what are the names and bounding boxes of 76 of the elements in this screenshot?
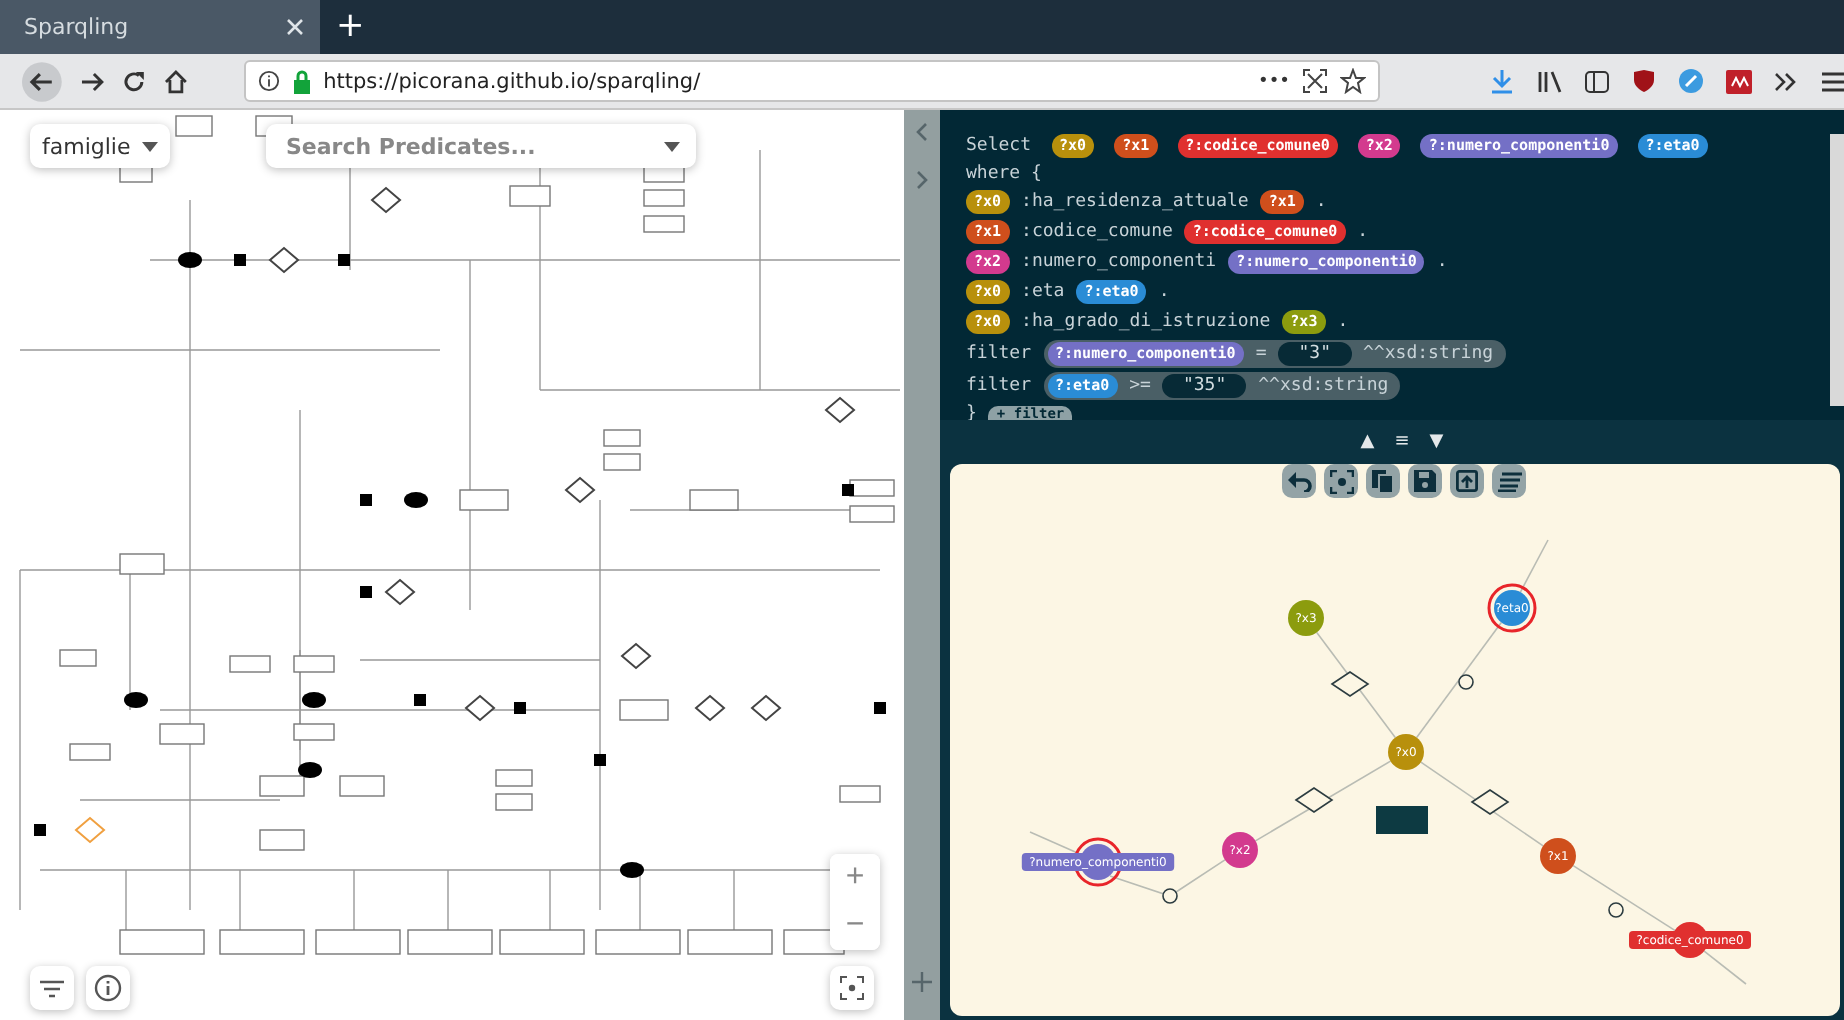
- copy-button[interactable]: [1366, 464, 1400, 498]
- upload-icon: [1456, 470, 1478, 492]
- predicate-text: :codice_comune: [1021, 222, 1173, 242]
- info-icon: [94, 974, 122, 1002]
- graph-edge: [1703, 950, 1747, 985]
- zoom-out-button[interactable]: −: [830, 902, 880, 950]
- predicate-text: :ha_grado_di_istruzione: [1021, 312, 1271, 332]
- search-predicates-field[interactable]: Search Predicates...: [282, 124, 664, 168]
- panel-toggle-button[interactable]: ≡: [1394, 432, 1410, 452]
- back-icon[interactable]: [20, 59, 64, 103]
- panel-toggle-button[interactable]: ▲: [1360, 432, 1375, 452]
- value-field[interactable]: "35": [1162, 373, 1247, 397]
- graph-edge: [1519, 539, 1549, 593]
- datatype-text: ^^xsd:string: [1363, 343, 1494, 363]
- predicate-text: :eta: [1021, 282, 1065, 302]
- lock-icon: [291, 69, 312, 93]
- caret-icon: [142, 141, 158, 151]
- panel-toggle-button[interactable]: ▼: [1429, 432, 1444, 452]
- download-icon[interactable]: [1489, 68, 1514, 94]
- new-tab-button[interactable]: +: [336, 4, 365, 48]
- page-actions-button[interactable]: •••: [1258, 71, 1290, 91]
- object-property-edge[interactable]: [1254, 760, 1392, 842]
- object-property-edge[interactable]: [1420, 761, 1544, 847]
- save-button[interactable]: [1408, 464, 1442, 498]
- keyword: where {: [966, 164, 1042, 184]
- focus-icon: [1329, 469, 1353, 493]
- menu-icon[interactable]: [1819, 71, 1844, 91]
- datatype-text: ^^xsd:string: [1258, 375, 1389, 395]
- sidebar-icon[interactable]: [1583, 69, 1610, 93]
- filter-icon: [40, 979, 64, 997]
- undo-button[interactable]: [1282, 464, 1316, 498]
- operator-text: >=: [1129, 375, 1151, 395]
- statement-end: .: [1337, 312, 1349, 332]
- extension-icon[interactable]: [1725, 69, 1752, 93]
- statement-end: .: [1357, 222, 1369, 242]
- tab-title: Sparqling: [24, 14, 129, 40]
- overflow-icon[interactable]: [1773, 71, 1798, 91]
- operator-text: =: [1255, 343, 1267, 363]
- predicate-text: :numero_componenti: [1021, 252, 1217, 272]
- scrollbar[interactable]: [1830, 134, 1844, 406]
- screenshot-icon[interactable]: [1301, 68, 1328, 94]
- center-view-button[interactable]: [830, 966, 874, 1010]
- address-bar[interactable]: https://picorana.github.io/sparqling/ •••: [243, 60, 1380, 102]
- info-button[interactable]: [86, 966, 130, 1010]
- statement-end: .: [1436, 252, 1448, 272]
- floppy-icon: [1414, 470, 1436, 492]
- browser-tab[interactable]: Sparqling: [0, 0, 320, 54]
- focus-icon: [840, 976, 864, 1000]
- export-button[interactable]: [1450, 464, 1484, 498]
- lines-icon: [1497, 471, 1521, 491]
- close-icon[interactable]: [286, 18, 304, 36]
- url-text: https://picorana.github.io/sparqling/: [323, 69, 703, 93]
- value-field[interactable]: "3": [1278, 341, 1352, 365]
- zoom-in-button[interactable]: +: [830, 854, 880, 902]
- star-icon[interactable]: [1339, 68, 1366, 94]
- info-icon[interactable]: [257, 70, 280, 92]
- filter-button[interactable]: [30, 966, 74, 1010]
- statement-end: .: [1158, 282, 1170, 302]
- center-view-button[interactable]: [1324, 464, 1358, 498]
- library-icon[interactable]: [1535, 69, 1562, 93]
- forward-icon[interactable]: [77, 67, 106, 95]
- keyword: filter: [966, 375, 1032, 395]
- caret-icon: [664, 141, 680, 151]
- undo-icon: [1287, 471, 1311, 491]
- class-node[interactable]: [1376, 806, 1428, 834]
- home-icon[interactable]: [161, 67, 190, 95]
- predicate-text: :ha_residenza_attuale: [1021, 192, 1249, 212]
- copy-icon: [1372, 469, 1394, 493]
- class-dropdown[interactable]: famiglie: [30, 124, 170, 168]
- reload-icon[interactable]: [119, 67, 148, 95]
- shield-icon[interactable]: [1631, 68, 1656, 94]
- list-button[interactable]: [1492, 464, 1526, 498]
- statement-end: .: [1315, 192, 1327, 212]
- keyword: Select: [966, 136, 1032, 156]
- keyword: filter: [966, 343, 1032, 363]
- extension-icon[interactable]: [1677, 68, 1704, 94]
